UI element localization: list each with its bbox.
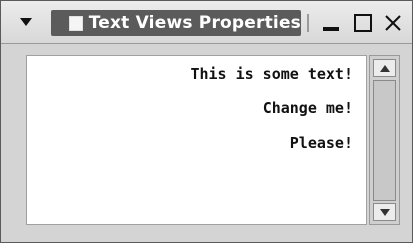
text-view[interactable]: This is some text! Change me! Please! — [26, 55, 367, 225]
text-line[interactable]: This is some text! — [190, 65, 353, 83]
vertical-scrollbar[interactable] — [369, 55, 400, 225]
application-window: Text Views Properties This is some text!… — [0, 0, 413, 243]
scroll-up-button[interactable] — [373, 59, 396, 77]
minimize-icon — [323, 27, 339, 31]
window-menu-button[interactable] — [11, 7, 41, 37]
arrow-up-icon — [379, 64, 390, 72]
title-bar[interactable]: Text Views Properties — [1, 1, 412, 44]
scroll-down-button[interactable] — [373, 203, 396, 221]
maximize-icon — [354, 14, 372, 32]
title-separator — [307, 14, 309, 32]
window-icon — [69, 15, 83, 31]
close-icon — [385, 15, 401, 31]
window-title-area[interactable]: Text Views Properties — [51, 10, 301, 36]
close-button[interactable] — [379, 9, 407, 37]
window-title: Text Views Properties — [88, 13, 301, 33]
minimize-button[interactable] — [317, 9, 345, 37]
arrow-down-icon — [379, 208, 390, 216]
scrollbar-thumb[interactable] — [373, 80, 396, 201]
text-line[interactable]: Please! — [290, 134, 353, 152]
triangle-down-icon — [20, 18, 32, 26]
text-line[interactable]: Change me! — [263, 99, 353, 117]
maximize-button[interactable] — [349, 9, 377, 37]
